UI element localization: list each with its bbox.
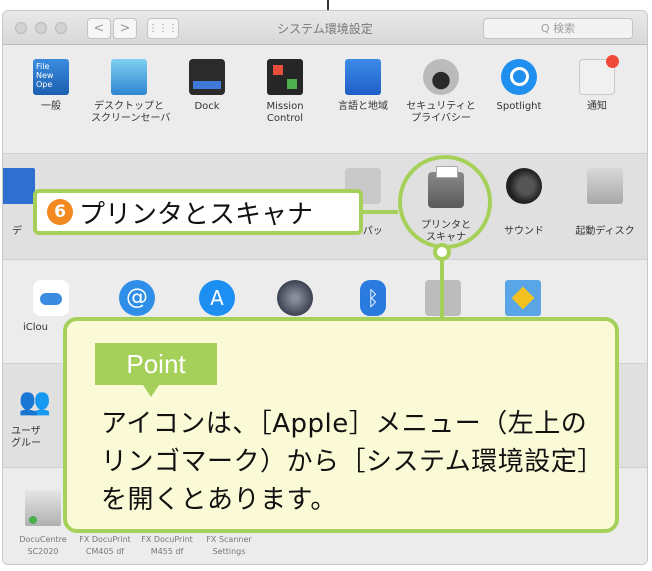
pref-mission-control[interactable]: Mission Control xyxy=(247,59,323,125)
pref-label: 言語と地域 xyxy=(338,101,388,112)
point-tag: Point xyxy=(95,343,217,397)
sharing-icon xyxy=(505,280,541,316)
highlight-ring xyxy=(398,155,492,249)
step-text: プリンタとスキャナ xyxy=(79,199,314,230)
pref-language-region[interactable]: 言語と地域 xyxy=(325,59,401,113)
pref-label: 起動ディスク xyxy=(575,226,635,237)
displays-icon xyxy=(3,168,35,204)
pref-sound[interactable]: サウンド xyxy=(486,168,562,238)
pref-internet-accounts[interactable]: @ xyxy=(99,280,175,316)
language-region-icon xyxy=(345,59,381,95)
pref-label: デスクトップと スクリーンセーバ xyxy=(91,101,171,124)
pref-label: サウンド xyxy=(504,226,544,237)
search-input[interactable]: Q 検索 xyxy=(483,18,633,39)
security-privacy-icon xyxy=(423,59,459,95)
pref-label: セキュリティと プライバシー xyxy=(406,101,476,124)
point-text: アイコンは、［Apple］メニュー（左上のリンゴマーク）から［システム環境設定］… xyxy=(101,409,591,515)
pref-dock[interactable]: Dock xyxy=(169,59,245,113)
pref-app-store[interactable]: A xyxy=(179,280,255,316)
pref-startup-disk[interactable]: 起動ディスク xyxy=(567,168,643,238)
step-number-badge: 6 xyxy=(47,199,73,225)
pref-row-personal: File New Ope 一般 デスクトップと スクリーンセーバ Dock Miss… xyxy=(3,45,647,153)
startup-disk-icon xyxy=(587,168,623,204)
pref-notifications[interactable]: 通知 xyxy=(559,55,635,113)
pref-bluetooth[interactable]: ᛒ xyxy=(335,280,411,316)
callout-connector xyxy=(362,210,398,214)
pref-desktop-screensaver[interactable]: デスクトップと スクリーンセーバ xyxy=(91,59,171,125)
device-label: FX DocuPrint M455 df xyxy=(141,535,193,556)
network-icon xyxy=(277,280,313,316)
mission-control-icon xyxy=(267,59,303,95)
general-icon: File New Ope xyxy=(33,59,69,95)
pref-network[interactable] xyxy=(257,280,333,316)
pref-label: ユーザ グルー xyxy=(11,426,41,449)
pref-users-groups[interactable]: 👥 ユーザ グルー xyxy=(7,384,63,450)
pref-label: Dock xyxy=(194,101,220,112)
step-callout: 6 プリンタとスキャナ xyxy=(33,189,363,235)
spotlight-icon xyxy=(501,59,537,95)
device-label: DocuCentre SC2020 xyxy=(19,535,67,556)
title-bar: < > ⋮⋮⋮ システム環境設定 Q 検索 xyxy=(3,11,647,45)
pref-label: 通知 xyxy=(587,101,607,112)
point-callout: Point アイコンは、［Apple］メニュー（左上のリンゴマーク）から［システ… xyxy=(63,317,619,533)
internet-accounts-icon: @ xyxy=(119,280,155,316)
device-label: FX DocuPrint CM405 df xyxy=(79,535,131,556)
dock-icon xyxy=(189,59,225,95)
pref-spotlight[interactable]: Spotlight xyxy=(481,59,557,113)
device-label: FX Scanner Settings xyxy=(206,535,252,556)
pref-general[interactable]: File New Ope 一般 xyxy=(13,59,89,113)
desktop-icon xyxy=(111,59,147,95)
pref-label: Spotlight xyxy=(496,101,542,112)
pref-sharing[interactable] xyxy=(485,280,561,316)
pref-label: Mission Control xyxy=(266,101,304,124)
notifications-icon xyxy=(579,55,619,95)
pref-label: 一般 xyxy=(41,101,61,112)
app-store-icon: A xyxy=(199,280,235,316)
bluetooth-icon: ᛒ xyxy=(360,280,386,316)
users-groups-icon: 👥 xyxy=(18,387,52,417)
sound-icon xyxy=(506,168,542,204)
printer-device-icon xyxy=(25,490,61,526)
connector-stem xyxy=(440,259,444,321)
icloud-icon xyxy=(33,280,69,316)
pref-security-privacy[interactable]: セキュリティと プライバシー xyxy=(403,59,479,125)
